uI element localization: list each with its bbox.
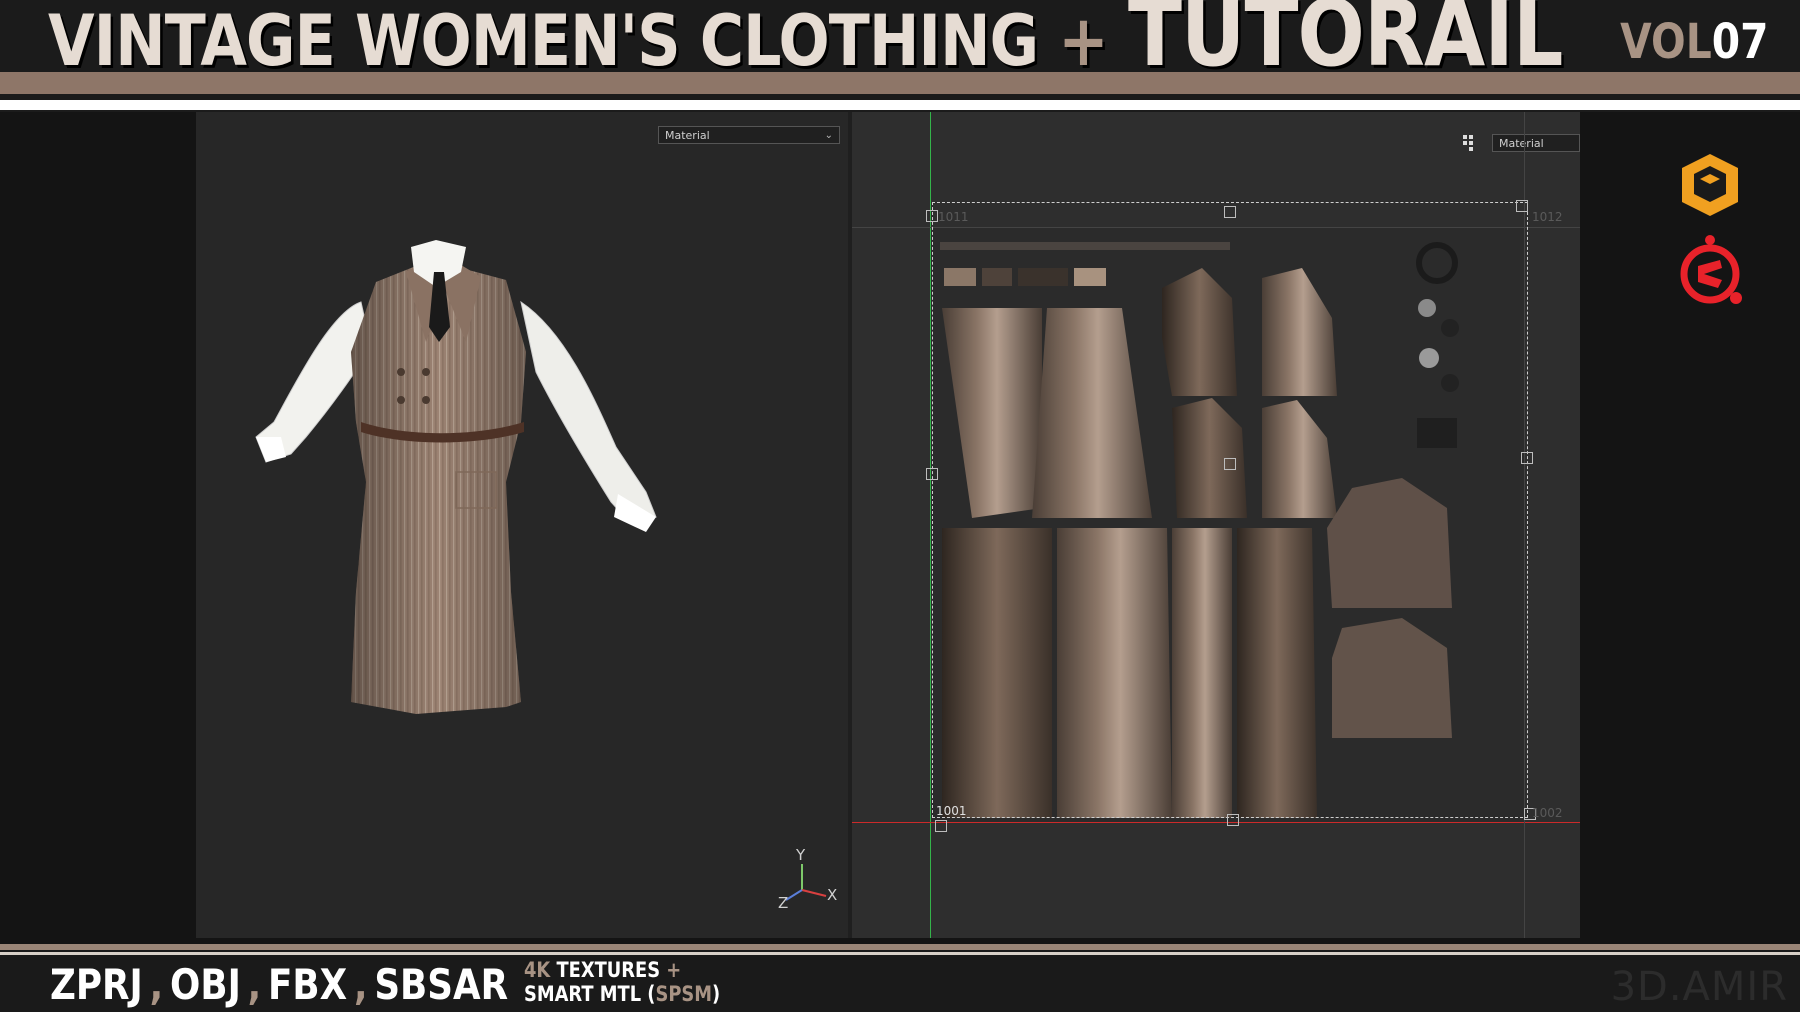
uv-material-dropdown[interactable]: Material <box>1492 134 1580 152</box>
selection-handle[interactable] <box>1516 200 1528 212</box>
uv-v-axis <box>930 112 931 938</box>
uv-tile-label: 1001 <box>936 804 967 818</box>
uv-dropdown-value: Material <box>1499 137 1544 150</box>
vol-prefix: VOL <box>1619 14 1712 70</box>
grid-options-icon[interactable] <box>1462 134 1480 152</box>
smart-mtl-line: SMART MTL (SPSM) <box>524 982 720 1006</box>
selection-handle[interactable] <box>926 468 938 480</box>
banner-divider <box>0 100 1800 110</box>
volume-label: VOL07 <box>1620 14 1768 70</box>
selection-handle[interactable] <box>1521 452 1533 464</box>
watermark: 3D.AMIR <box>1610 964 1788 1010</box>
selection-handle[interactable] <box>1224 206 1236 218</box>
axis-z-label: Z <box>778 894 789 912</box>
main-area: Material ⌄ Y X Z Material 1001 1011 1012… <box>0 112 1800 944</box>
format-fbx: FBX <box>268 960 348 1009</box>
3d-viewport[interactable]: Material ⌄ Y X Z <box>196 112 848 938</box>
texture-info: 4K TEXTURES + SMART MTL (SPSM) <box>524 958 720 1006</box>
title-part1: VINTAGE WOMEN'S CLOTHING <box>48 0 1039 82</box>
uv-selection-box[interactable] <box>932 202 1528 818</box>
garment-3d-model[interactable] <box>236 232 696 832</box>
uv-editor-viewport[interactable]: Material 1001 1011 1012 1002 <box>852 112 1580 938</box>
selection-handle[interactable] <box>926 210 938 222</box>
footer-bar: ZPRJ, OBJ, FBX, SBSAR 4K TEXTURES + SMART M… <box>0 944 1800 1012</box>
footer-divider <box>0 952 1800 955</box>
tex-4k: 4K <box>524 958 551 982</box>
format-separator: , <box>353 960 368 1009</box>
title-plus: + <box>1058 0 1108 82</box>
smart-mtl: SMART MTL <box>524 982 642 1006</box>
title-part2: TUTORAIL <box>1127 0 1563 87</box>
format-separator: , <box>247 960 262 1009</box>
texture-line: 4K TEXTURES + <box>524 958 720 982</box>
axis-x-label: X <box>827 886 838 904</box>
format-separator: , <box>149 960 164 1009</box>
viewport-material-dropdown[interactable]: Material ⌄ <box>658 126 840 144</box>
spsm: SPSM <box>655 982 713 1006</box>
banner-title: VINTAGE WOMEN'S CLOTHING + TUTORAIL <box>48 0 1563 81</box>
marvelous-designer-cube-icon <box>1680 152 1740 218</box>
uv-tile-label: 1012 <box>1532 210 1563 224</box>
format-sbsar: SBSAR <box>374 960 509 1009</box>
title-banner: VINTAGE WOMEN'S CLOTHING + TUTORAIL VOL0… <box>0 0 1800 112</box>
uv-tile-label: 1011 <box>938 210 969 224</box>
substance-painter-icon <box>1676 234 1746 306</box>
viewport-dropdown-value: Material <box>665 129 710 142</box>
spsm-open: ( <box>647 982 656 1006</box>
chevron-down-icon: ⌄ <box>824 130 833 141</box>
selection-handle[interactable] <box>1224 458 1236 470</box>
axis-y-label: Y <box>796 846 806 864</box>
axis-gizmo: Y X Z <box>774 846 838 914</box>
spsm-close: ) <box>712 982 721 1006</box>
format-list: ZPRJ, OBJ, FBX, SBSAR <box>50 960 508 1009</box>
tex-textures: TEXTURES <box>556 958 661 982</box>
footer-stripe <box>0 944 1800 950</box>
selection-handle[interactable] <box>1227 814 1239 826</box>
format-obj: OBJ <box>170 960 241 1009</box>
format-zprj: ZPRJ <box>50 960 143 1009</box>
selection-handle[interactable] <box>935 820 947 832</box>
vol-number: 07 <box>1711 14 1768 70</box>
uv-tile-label: 1002 <box>1532 806 1563 820</box>
tex-plus: + <box>666 958 682 982</box>
